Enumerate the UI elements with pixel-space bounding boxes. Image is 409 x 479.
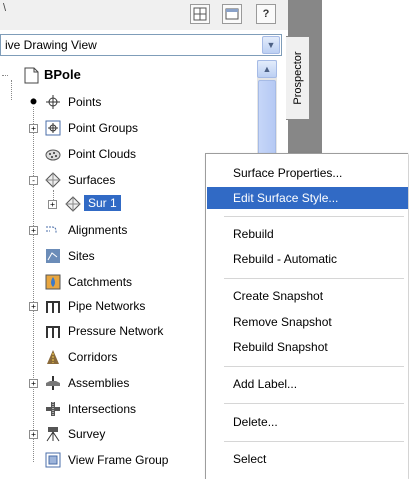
sites-icon: [44, 247, 62, 265]
pipe-networks-icon: [44, 297, 62, 315]
pressure-network-icon: [44, 322, 62, 340]
tree-item-label: Point Clouds: [68, 147, 137, 161]
tree-item-label: Points: [68, 95, 102, 109]
expand-icon[interactable]: +: [29, 302, 38, 311]
drawing-icon: [22, 66, 40, 84]
surfaces-icon: [44, 171, 62, 189]
expand-icon[interactable]: +: [48, 200, 57, 209]
bullet-icon: ●: [29, 96, 38, 107]
menu-separator: [224, 441, 404, 442]
point-groups-icon: [44, 119, 62, 137]
expand-icon[interactable]: +: [29, 226, 38, 235]
menu-item-edit-surface-style[interactable]: Edit Surface Style...: [207, 187, 408, 209]
tree-item-label: Pressure Network: [68, 324, 164, 338]
expand-icon[interactable]: +: [29, 379, 38, 388]
toolbar-panel-icon[interactable]: [222, 4, 242, 24]
points-icon: [44, 93, 62, 111]
view-dropdown[interactable]: ive Drawing View ▼: [0, 34, 282, 56]
tree-item-label: Corridors: [68, 350, 118, 364]
tree-item-label: Pipe Networks: [68, 299, 146, 313]
alignments-icon: [44, 221, 62, 239]
menu-item-surface-properties[interactable]: Surface Properties...: [207, 162, 408, 184]
tree-item-label: Sur 1: [84, 195, 121, 211]
menu-separator: [224, 216, 404, 217]
view-frame-group-icon: [44, 451, 62, 469]
tree-item-label: Survey: [68, 427, 106, 441]
tree-root-label: BPole: [44, 67, 81, 82]
scroll-up-icon[interactable]: ▲: [257, 60, 277, 78]
tree-item-label: View Frame Group: [68, 453, 169, 467]
chevron-down-icon[interactable]: ▼: [262, 36, 280, 54]
menu-item-rebuild-snapshot[interactable]: Rebuild Snapshot: [207, 336, 408, 358]
catchments-icon: [44, 273, 62, 291]
tree-item-label: Surfaces: [68, 173, 116, 187]
tree-item-label: Assemblies: [68, 376, 130, 390]
menu-item-add-label[interactable]: Add Label...: [207, 373, 408, 395]
intersections-icon: [44, 400, 62, 418]
expand-icon[interactable]: +: [29, 430, 38, 439]
prospector-tab[interactable]: Prospector: [286, 36, 310, 120]
prospector-tab-label: Prospector: [291, 51, 304, 105]
toolbar-title-fragment: \: [3, 2, 7, 14]
tree-item-label: Intersections: [68, 402, 137, 416]
corridors-icon: [44, 348, 62, 366]
assemblies-icon: [44, 374, 62, 392]
menu-item-select[interactable]: Select: [207, 448, 408, 470]
menu-separator: [224, 366, 404, 367]
toolbar-grid-icon[interactable]: [190, 4, 210, 24]
view-dropdown-value: ive Drawing View: [5, 38, 97, 52]
menu-item-create-snapshot[interactable]: Create Snapshot: [207, 285, 408, 307]
menu-item-rebuild-automatic[interactable]: Rebuild - Automatic: [207, 248, 408, 270]
expand-icon[interactable]: +: [29, 124, 38, 133]
context-menu: Surface Properties... Edit Surface Style…: [205, 153, 408, 479]
menu-item-remove-snapshot[interactable]: Remove Snapshot: [207, 311, 408, 333]
tree-root[interactable]: BPole: [0, 64, 255, 86]
tree-item-points[interactable]: ● Points: [0, 91, 255, 113]
menu-item-delete[interactable]: Delete...: [207, 411, 408, 433]
tree-item-label: Alignments: [68, 223, 128, 237]
menu-separator: [224, 278, 404, 279]
tree-item-label: Catchments: [68, 275, 133, 289]
menu-separator: [224, 403, 404, 404]
menu-item-rebuild[interactable]: Rebuild: [207, 223, 408, 245]
survey-icon: [44, 425, 62, 443]
collapse-icon[interactable]: -: [29, 176, 38, 185]
point-clouds-icon: [44, 145, 62, 163]
tree-item-point-groups[interactable]: + Point Groups: [0, 117, 255, 139]
prospector-toolbar: \ ?: [0, 0, 288, 30]
tree-item-label: Sites: [68, 249, 95, 263]
surface-icon: [64, 195, 82, 213]
tree-item-label: Point Groups: [68, 121, 139, 135]
help-button[interactable]: ?: [256, 4, 276, 24]
